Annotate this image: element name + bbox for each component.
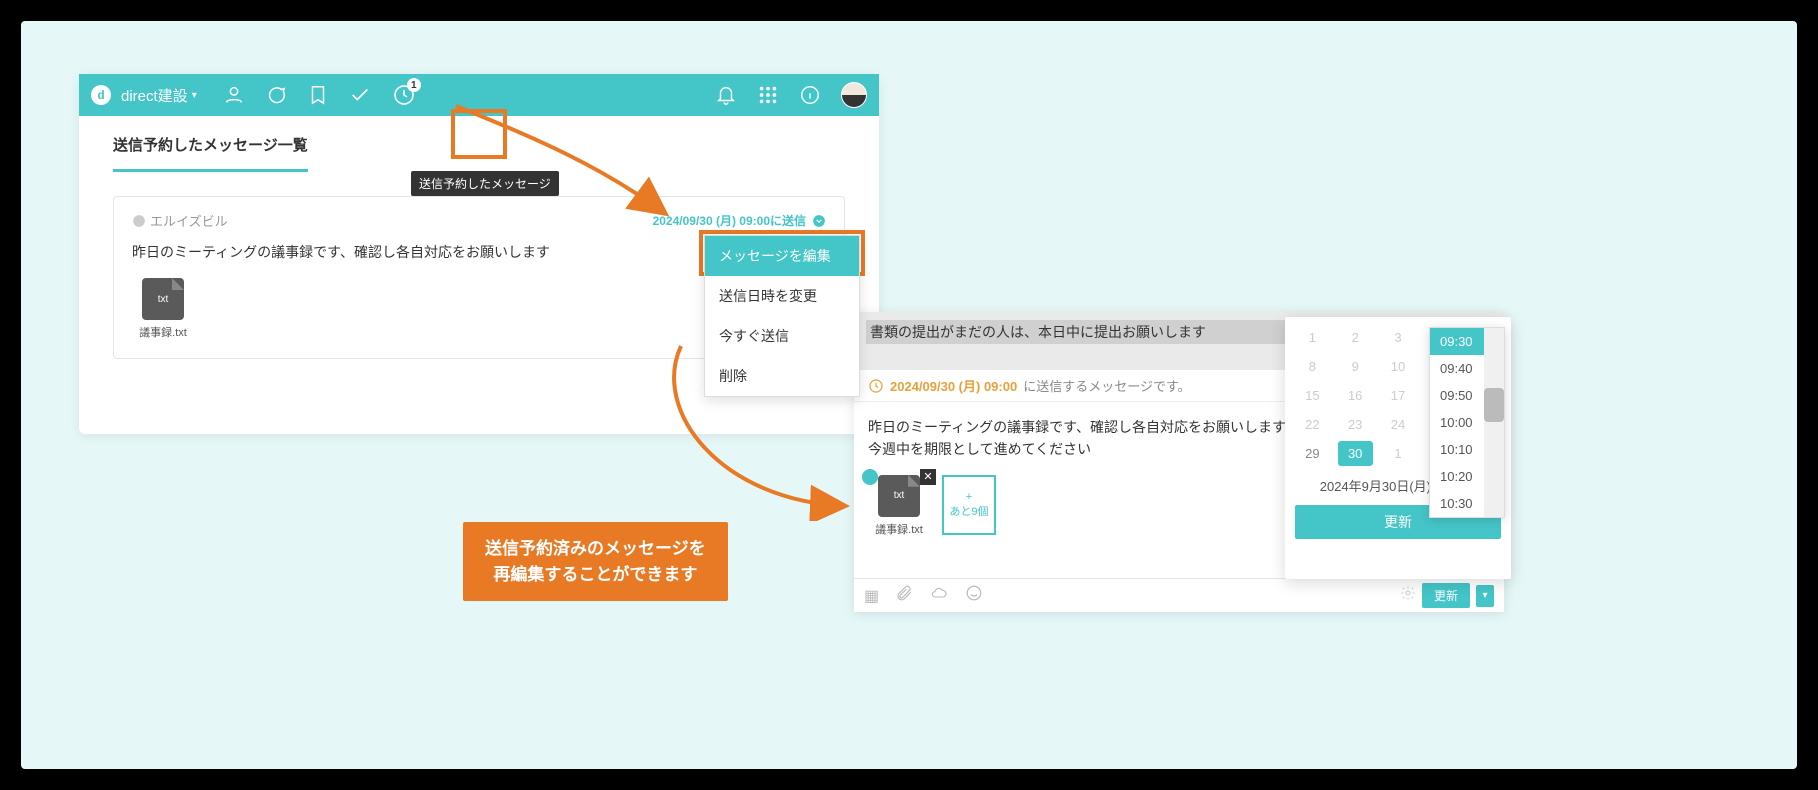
emoji-icon[interactable] <box>965 584 983 607</box>
bookmark-icon[interactable] <box>307 84 329 106</box>
bell-icon[interactable] <box>715 84 737 106</box>
file-icon: txt <box>142 278 184 320</box>
scrollbar-thumb[interactable] <box>1484 388 1504 422</box>
calendar-day[interactable]: 3 <box>1381 325 1416 350</box>
list-title: 送信予約したメッセージ一覧 <box>113 134 308 172</box>
file-attachment[interactable]: txt 議事録.txt <box>132 278 194 340</box>
attachment-tile[interactable]: ✕ txt 議事録.txt <box>868 475 930 537</box>
banner-rest: に送信するメッセージです。 <box>1023 376 1190 395</box>
scheduled-time-text: 2024/09/30 (月) 09:00に送信 <box>653 212 806 229</box>
calendar-day[interactable]: 2 <box>1338 325 1373 350</box>
dropdown-edit-message[interactable]: メッセージを編集 <box>705 236 859 276</box>
calendar-day[interactable]: 23 <box>1338 412 1373 437</box>
panel1-content: 送信予約したメッセージ一覧 エルイズビル 2024/09/30 (月) 09:0… <box>79 116 879 377</box>
calendar-day[interactable]: 1 <box>1381 441 1416 466</box>
check-icon[interactable] <box>349 84 371 106</box>
update-dropdown-toggle[interactable]: ▾ <box>1476 585 1494 607</box>
selected-date-text: 2024年9月30日(月) <box>1320 476 1431 495</box>
chat-icon[interactable] <box>265 84 287 106</box>
calendar-day[interactable]: 22 <box>1295 412 1330 437</box>
card-head: エルイズビル 2024/09/30 (月) 09:00に送信 <box>132 211 826 230</box>
scrollbar-track <box>1484 328 1504 517</box>
brand-text: direct建設 <box>121 85 188 106</box>
apps-icon[interactable] <box>757 84 779 106</box>
calendar-day[interactable]: 9 <box>1338 354 1373 379</box>
calendar-day[interactable]: 8 <box>1295 354 1330 379</box>
header-icons-right <box>715 82 867 108</box>
chevron-down-icon: ▾ <box>192 90 197 101</box>
scheduled-time-pill[interactable]: 2024/09/30 (月) 09:00に送信 <box>653 212 826 229</box>
banner-datetime: 2024/09/30 (月) 09:00 <box>890 376 1017 395</box>
chat-name-text: エルイズビル <box>150 211 228 230</box>
check-icon <box>862 469 878 485</box>
calendar-day[interactable]: 24 <box>1381 412 1416 437</box>
remove-icon[interactable]: ✕ <box>920 469 936 485</box>
dropdown-send-now[interactable]: 今すぐ送信 <box>705 316 859 356</box>
calendar-day[interactable]: 1 <box>1295 325 1330 350</box>
user-avatar[interactable] <box>841 82 867 108</box>
info-icon[interactable] <box>799 84 821 106</box>
dropdown-delete[interactable]: 削除 <box>705 356 859 396</box>
message-action-dropdown: メッセージを編集 送信日時を変更 今すぐ送信 削除 <box>704 235 860 397</box>
dropdown-change-time[interactable]: 送信日時を変更 <box>705 276 859 316</box>
toolbar-right: 更新 ▾ <box>1400 583 1494 608</box>
calendar-day[interactable]: 17 <box>1381 383 1416 408</box>
app-header: d direct建設 ▾ 1 <box>79 74 879 116</box>
header-icons-left: 1 <box>223 82 417 108</box>
editor-toolbar: ▦ 更新 ▾ <box>854 578 1504 612</box>
brand-badge: d <box>91 85 111 105</box>
file-name: 議事録.txt <box>132 324 194 340</box>
callout-line1: 送信予約済みのメッセージを <box>485 536 706 562</box>
contacts-icon[interactable] <box>223 84 245 106</box>
scheduled-list-panel: d direct建設 ▾ 1 <box>79 74 879 434</box>
update-button[interactable]: 更新 <box>1422 583 1470 608</box>
attach-icon[interactable] <box>895 584 913 607</box>
callout-box: 送信予約済みのメッセージを 再編集することができます <box>463 522 728 601</box>
scheduled-tooltip: 送信予約したメッセージ <box>411 171 559 196</box>
add-more-label: あと9個 <box>949 503 988 519</box>
calendar-day[interactable]: 29 <box>1295 441 1330 466</box>
cloud-icon[interactable] <box>929 585 949 606</box>
calendar-day[interactable]: 10 <box>1381 354 1416 379</box>
add-attachment-button[interactable]: + あと9個 <box>942 475 996 535</box>
chat-name: エルイズビル <box>132 211 228 230</box>
grid-icon[interactable]: ▦ <box>864 586 879 606</box>
plus-icon: + <box>966 491 972 503</box>
scheduled-count-badge: 1 <box>407 78 421 92</box>
scheduled-message-card: エルイズビル 2024/09/30 (月) 09:00に送信 昨日のミーティング… <box>113 196 845 359</box>
canvas: d direct建設 ▾ 1 <box>21 21 1797 769</box>
brand-name[interactable]: direct建設 ▾ <box>121 85 197 106</box>
clock-icon <box>868 378 884 394</box>
callout-line2: 再編集することができます <box>485 562 706 588</box>
scheduled-messages-icon[interactable]: 1 <box>391 82 417 108</box>
calendar-day[interactable]: 30 <box>1338 441 1373 466</box>
time-dropdown: 09:3009:4009:5010:0010:1010:2010:30 <box>1429 327 1505 518</box>
file-icon: txt <box>878 475 920 517</box>
calendar-day[interactable]: 15 <box>1295 383 1330 408</box>
file-name: 議事録.txt <box>868 521 930 537</box>
gear-icon[interactable] <box>1400 585 1416 606</box>
calendar-day[interactable]: 16 <box>1338 383 1373 408</box>
